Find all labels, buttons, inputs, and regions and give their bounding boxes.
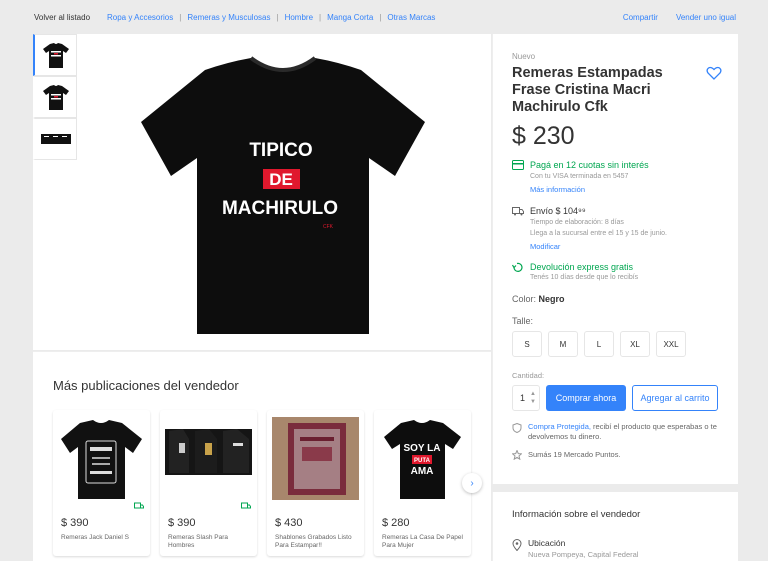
truck-icon — [512, 207, 524, 216]
top-bar: Volver al listado Ropa y Accesorios | Rem… — [0, 0, 768, 34]
breadcrumb-item[interactable]: Remeras y Musculosas — [187, 13, 270, 22]
condition-label: Nuevo — [512, 52, 536, 61]
breadcrumb-separator: | — [179, 13, 182, 22]
tshirt-thumbnail-icon — [42, 85, 69, 110]
breadcrumb-item[interactable]: Otras Marcas — [387, 13, 435, 22]
modify-shipping-link[interactable]: Modificar — [530, 242, 560, 251]
size-label: Talle: — [512, 316, 534, 326]
product-price: $ 390 — [61, 517, 89, 529]
size-option-xl[interactable]: XL — [620, 331, 650, 357]
thumbnail-1[interactable] — [33, 34, 77, 76]
location-value: Nueva Pompeya, Capital Federal — [528, 550, 639, 559]
product-price: $ 430 — [275, 517, 303, 529]
section-title: Más publicaciones del vendedor — [53, 378, 239, 393]
top-links: Compartir Vender uno igual — [623, 13, 736, 22]
quantity-value: 1 — [520, 393, 526, 403]
more-info-link[interactable]: Más información — [530, 185, 585, 194]
shipping-truck-icon — [134, 502, 144, 509]
elaboration-time: Tiempo de elaboración: 8 días — [530, 219, 624, 226]
thumbnail-3[interactable] — [33, 118, 77, 160]
product-image-slash — [165, 417, 252, 500]
stepper-arrows-icon[interactable]: ▲ ▼ — [530, 390, 536, 406]
gallery-card: TIPICO DE MACHIRULO CFK — [33, 34, 491, 350]
back-to-list-link[interactable]: Volver al listado — [34, 13, 90, 22]
product-card[interactable]: $ 390 Remeras Slash Para Hombres — [160, 410, 257, 556]
quantity-stepper[interactable]: 1 ▲ ▼ — [512, 385, 540, 411]
product-price: $ 280 — [382, 517, 410, 529]
returns-period: Tenés 10 días desde que lo recibís — [530, 274, 639, 281]
breadcrumb-separator: | — [319, 13, 322, 22]
add-to-cart-button[interactable]: Agregar al carrito — [632, 385, 718, 411]
size-options: S M L XL XXL — [512, 331, 686, 357]
product-image-stencils — [272, 417, 359, 500]
color-label: Color: — [512, 294, 537, 304]
seller-location: Ubicación Nueva Pompeya, Capital Federal — [512, 538, 638, 559]
product-card[interactable]: $ 390 Remeras Jack Daniel S — [53, 410, 150, 556]
product-price: $ 230 — [512, 122, 575, 150]
product-card[interactable]: $ 430 Shablones Grabados Listo Para Esta… — [267, 410, 364, 556]
size-option-l[interactable]: L — [584, 331, 614, 357]
free-returns-text: Devolución express gratis — [530, 262, 634, 272]
buy-now-button[interactable]: Comprar ahora — [546, 385, 626, 411]
thumbnail-list — [33, 34, 77, 160]
color-selection: Color: Negro — [512, 294, 565, 304]
breadcrumb: Ropa y Accesorios | Remeras y Musculosas |… — [107, 13, 435, 22]
shield-icon — [512, 423, 522, 433]
breadcrumb-separator: | — [379, 13, 382, 22]
shipping-truck-icon — [241, 502, 251, 509]
product-title: Remeras Estampadas Frase Cristina Macri … — [512, 65, 663, 115]
delivery-estimate: Llega a la sucursal entre el 15 y 15 de … — [530, 230, 667, 237]
purchase-card: Nuevo Remeras Estampadas Frase Cristina … — [492, 34, 738, 484]
shirt-print-line3: AMA — [411, 466, 434, 477]
card-text: Con tu VISA terminada en 5457 — [530, 173, 629, 180]
product-carousel: $ 390 Remeras Jack Daniel S $ 390 Remera… — [53, 410, 471, 556]
seller-info-card: Información sobre el vendedor Ubicación … — [492, 492, 738, 561]
tshirt-thumbnail-icon — [42, 43, 69, 68]
credit-card-icon — [512, 160, 524, 170]
size-option-m[interactable]: M — [548, 331, 578, 357]
product-card[interactable]: SOY LA PUTA AMA $ 280 Remeras La Casa De… — [374, 410, 471, 556]
return-arrow-icon — [512, 262, 523, 272]
breadcrumb-item[interactable]: Ropa y Accesorios — [107, 13, 173, 22]
share-link[interactable]: Compartir — [623, 13, 658, 22]
product-name: Remeras Jack Daniel S — [61, 534, 129, 541]
favorite-heart-icon[interactable] — [706, 65, 722, 81]
product-image-la-casa-de-papel: SOY LA PUTA AMA — [379, 417, 466, 500]
mercado-points: Sumás 19 Mercado Puntos. — [512, 450, 621, 460]
product-price: $ 390 — [168, 517, 196, 529]
shirt-print-tag: CFK — [323, 224, 334, 230]
purchase-protection: Compra Protegida, recibí el producto que… — [512, 422, 732, 442]
product-image-jack-daniels — [58, 417, 145, 500]
breadcrumb-item[interactable]: Manga Corta — [327, 13, 373, 22]
installments-text: Pagá en 12 cuotas sin interés — [530, 160, 649, 170]
carousel-next-chevron-icon[interactable]: › — [462, 473, 482, 493]
shirt-print-line2: DE — [269, 170, 293, 189]
size-option-xxl[interactable]: XXL — [656, 331, 686, 357]
thumbnail-2[interactable] — [33, 76, 77, 118]
points-star-icon — [512, 450, 522, 460]
location-pin-icon — [512, 539, 522, 551]
location-label: Ubicación — [528, 538, 566, 548]
shirt-print-line2: PUTA — [414, 458, 431, 464]
shirts-group-thumbnail-icon — [40, 134, 71, 144]
size-option-s[interactable]: S — [512, 331, 542, 357]
product-name: Remeras La Casa De Papel Para Mujer — [382, 534, 463, 549]
shirt-print-line1: SOY LA — [403, 443, 440, 454]
shipping-cost: Envío $ 104⁹⁹ — [530, 206, 586, 216]
points-text: Sumás 19 Mercado Puntos. — [528, 450, 621, 459]
product-name: Remeras Slash Para Hombres — [168, 534, 228, 549]
main-product-photo[interactable]: TIPICO DE MACHIRULO CFK — [133, 48, 433, 344]
breadcrumb-item[interactable]: Hombre — [285, 13, 313, 22]
shirt-print-line1: TIPICO — [249, 140, 312, 161]
protected-purchase-link[interactable]: Compra Protegida, — [528, 422, 591, 431]
quantity-label: Cantidad: — [512, 371, 545, 380]
breadcrumb-separator: | — [276, 13, 279, 22]
shirt-print-line3: MACHIRULO — [222, 198, 338, 219]
more-from-seller-section: Más publicaciones del vendedor $ 390 Rem… — [33, 351, 491, 561]
product-name: Shablones Grabados Listo Para Estampar!! — [275, 534, 352, 549]
sell-similar-link[interactable]: Vender uno igual — [676, 13, 736, 22]
seller-info-title: Información sobre el vendedor — [512, 509, 641, 520]
color-value: Negro — [538, 294, 565, 304]
